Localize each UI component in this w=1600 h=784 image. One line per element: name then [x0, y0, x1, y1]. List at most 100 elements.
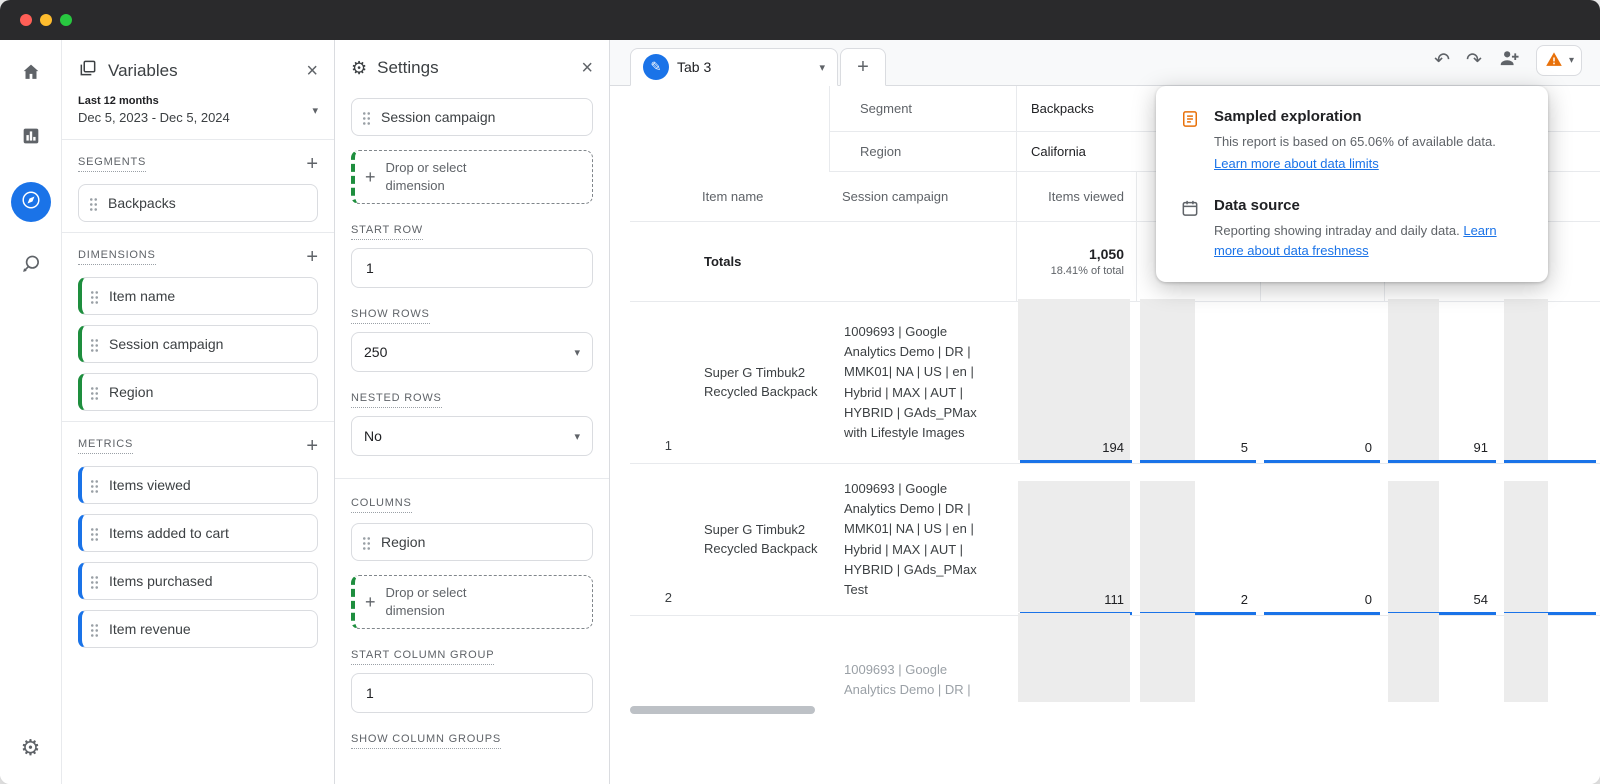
show-rows-select[interactable]: 250▾: [351, 332, 593, 372]
nav-reports[interactable]: [11, 118, 51, 158]
chevron-down-icon: ▾: [574, 430, 580, 443]
cell-metric-2: [1260, 616, 1384, 702]
columns-dimension-dropzone[interactable]: + Drop or select dimension: [351, 575, 593, 629]
explore-compass-icon: [20, 189, 42, 216]
undo-button[interactable]: ↶: [1434, 49, 1450, 72]
chip-session-campaign[interactable]: Session campaign: [78, 325, 318, 363]
cell-metric-2: 0: [1260, 464, 1384, 616]
drag-handle-icon[interactable]: [90, 478, 99, 493]
tab-3[interactable]: ✎ Tab 3 ▾: [630, 48, 838, 86]
value-bar: [1140, 613, 1195, 702]
drag-handle-icon[interactable]: [362, 110, 371, 125]
cell-metric-0: 194: [1016, 302, 1136, 464]
settings-gear-icon: ⚙: [351, 59, 367, 77]
horizontal-scrollbar[interactable]: [630, 706, 1600, 714]
cell-overflow: [1500, 616, 1600, 702]
titlebar: [0, 0, 1600, 40]
drag-handle-icon[interactable]: [362, 535, 371, 550]
chip-items-purchased[interactable]: Items purchased: [78, 562, 318, 600]
data-limits-link[interactable]: Learn more about data limits: [1214, 154, 1379, 174]
redo-button[interactable]: ↷: [1466, 49, 1482, 72]
chip-items-added-to-cart[interactable]: Items added to cart: [78, 514, 318, 552]
close-window-button[interactable]: [20, 14, 32, 26]
add-metrics-button[interactable]: +: [306, 436, 318, 456]
field-label-start-row: START ROW: [351, 224, 423, 240]
cell-overflow: [1500, 302, 1600, 464]
minimize-window-button[interactable]: [40, 14, 52, 26]
totals-blank: [630, 222, 690, 302]
metric-value: 54: [1474, 592, 1488, 607]
metric-value: 0: [1365, 440, 1372, 455]
chip-label: Backpacks: [108, 194, 176, 212]
tab-menu-caret-icon[interactable]: ▾: [819, 61, 825, 74]
variables-sections: SEGMENTS+BackpacksDIMENSIONS+Item nameSe…: [62, 140, 334, 658]
totals-share: 18.41% of total: [1051, 265, 1124, 277]
add-dimensions-button[interactable]: +: [306, 247, 318, 267]
metric-value: 194: [1102, 440, 1124, 455]
sampled-exploration-section: Sampled exploration This report is based…: [1180, 108, 1524, 173]
nav-home[interactable]: [11, 54, 51, 94]
metric-value: 2: [1241, 592, 1248, 607]
drag-handle-icon[interactable]: [90, 526, 99, 541]
nav-admin-gear[interactable]: ⚙: [11, 728, 51, 768]
sampling-status-button[interactable]: ▾: [1536, 45, 1582, 76]
chip-label: Region: [109, 383, 153, 401]
close-settings-icon[interactable]: ×: [581, 58, 593, 78]
chip-label: Region: [381, 533, 425, 551]
add-segments-button[interactable]: +: [306, 154, 318, 174]
bar-baseline: [1020, 460, 1132, 463]
share-add-user-button[interactable]: [1498, 47, 1520, 75]
bar-baseline: [1504, 460, 1596, 463]
variables-section-metrics: METRICS+Items viewedItems added to cartI…: [62, 422, 334, 658]
metric-value: 5: [1241, 440, 1248, 455]
chip-backpacks[interactable]: Backpacks: [78, 184, 318, 222]
horizontal-scrollbar-thumb[interactable]: [630, 706, 815, 714]
columns-section-head: COLUMNS: [351, 497, 593, 513]
chip-region[interactable]: Region: [78, 373, 318, 411]
value-bar: [1388, 613, 1439, 702]
value-bar: [1018, 299, 1130, 460]
cell-metric-2: 0: [1260, 302, 1384, 464]
bar-baseline: [1264, 612, 1380, 615]
variables-section-dimensions: DIMENSIONS+Item nameSession campaignRegi…: [62, 233, 334, 421]
drag-handle-icon[interactable]: [90, 622, 99, 637]
popover-body: This report is based on 65.06% of availa…: [1214, 132, 1496, 152]
metric-value: 0: [1365, 592, 1372, 607]
value-bar: [1140, 481, 1195, 612]
chip-session-campaign-rows[interactable]: Session campaign: [351, 98, 593, 136]
value-bar: [1140, 299, 1195, 460]
variables-header: Variables ×: [62, 40, 334, 93]
add-tab-button[interactable]: +: [840, 48, 886, 86]
drag-handle-icon[interactable]: [90, 574, 99, 589]
drag-handle-icon[interactable]: [90, 385, 99, 400]
chip-region-columns[interactable]: Region: [351, 523, 593, 561]
nav-advertising[interactable]: [11, 246, 51, 286]
chip-label: Items added to cart: [109, 524, 229, 542]
settings-body: Session campaign + Drop or select dimens…: [335, 88, 609, 784]
drag-handle-icon[interactable]: [90, 337, 99, 352]
header-corner: [630, 86, 830, 172]
sampled-data-icon: [1180, 108, 1200, 173]
variables-section-segments: SEGMENTS+Backpacks: [62, 140, 334, 232]
start-row-field: [351, 248, 593, 288]
chip-item-name[interactable]: Item name: [78, 277, 318, 315]
value-bar: [1388, 299, 1439, 460]
calendar-icon: [1180, 197, 1200, 260]
drag-handle-icon[interactable]: [90, 289, 99, 304]
start-row-input[interactable]: [364, 259, 580, 277]
nested-rows-select[interactable]: No▾: [351, 416, 593, 456]
value-bar: [1388, 481, 1439, 612]
rows-dimension-dropzone[interactable]: + Drop or select dimension: [351, 150, 593, 204]
start-column-group-input[interactable]: [364, 684, 580, 702]
chip-label: Items viewed: [109, 476, 191, 494]
cell-session-campaign: 1009693 | Google Analytics Demo | DR | M…: [830, 616, 1016, 702]
nav-explore[interactable]: [11, 182, 51, 222]
close-variables-icon[interactable]: ×: [306, 61, 318, 81]
chip-item-revenue[interactable]: Item revenue: [78, 610, 318, 648]
chip-items-viewed[interactable]: Items viewed: [78, 466, 318, 504]
zoom-window-button[interactable]: [60, 14, 72, 26]
date-range-selector[interactable]: Last 12 months Dec 5, 2023 - Dec 5, 2024…: [62, 93, 334, 139]
cell-metric-1: [1136, 616, 1260, 702]
variables-icon: [78, 58, 98, 83]
drag-handle-icon[interactable]: [89, 196, 98, 211]
